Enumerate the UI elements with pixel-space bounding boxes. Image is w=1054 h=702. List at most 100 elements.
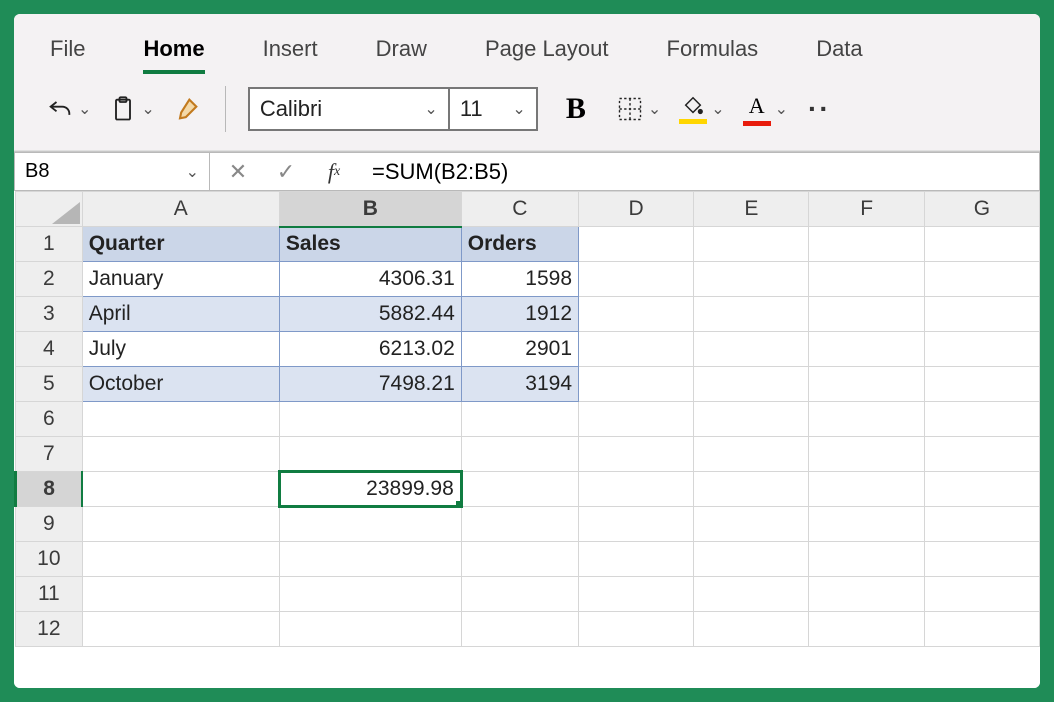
font-size-select[interactable]: 11 ⌄ — [450, 89, 536, 129]
column-header-B[interactable]: B — [279, 192, 461, 227]
cell-G6[interactable] — [924, 402, 1039, 437]
borders-button[interactable]: ⌄ — [614, 89, 663, 129]
column-header-G[interactable]: G — [924, 192, 1039, 227]
cell-D3[interactable] — [579, 297, 694, 332]
cell-C11[interactable] — [461, 577, 578, 612]
cell-D12[interactable] — [579, 612, 694, 647]
column-header-E[interactable]: E — [694, 192, 809, 227]
cell-E3[interactable] — [694, 297, 809, 332]
cell-A9[interactable] — [82, 507, 279, 542]
cell-B9[interactable] — [279, 507, 461, 542]
cell-G4[interactable] — [924, 332, 1039, 367]
cell-F10[interactable] — [809, 542, 924, 577]
tab-insert[interactable]: Insert — [263, 36, 318, 74]
cell-C5[interactable]: 3194 — [461, 367, 578, 402]
cell-E8[interactable] — [694, 472, 809, 507]
tab-draw[interactable]: Draw — [376, 36, 427, 74]
cell-E2[interactable] — [694, 262, 809, 297]
column-header-A[interactable]: A — [82, 192, 279, 227]
insert-function-button[interactable]: fx — [314, 159, 354, 185]
row-header-1[interactable]: 1 — [16, 227, 83, 262]
cell-D2[interactable] — [579, 262, 694, 297]
cell-G7[interactable] — [924, 437, 1039, 472]
cell-D5[interactable] — [579, 367, 694, 402]
cell-G10[interactable] — [924, 542, 1039, 577]
cell-G5[interactable] — [924, 367, 1039, 402]
cell-B8[interactable]: 23899.98 — [279, 472, 461, 507]
cell-B3[interactable]: 5882.44 — [279, 297, 461, 332]
spreadsheet-grid[interactable]: ABCDEFG1QuarterSalesOrders2January4306.3… — [14, 191, 1040, 688]
cell-A7[interactable] — [82, 437, 279, 472]
cell-A3[interactable]: April — [82, 297, 279, 332]
column-header-D[interactable]: D — [579, 192, 694, 227]
cell-F12[interactable] — [809, 612, 924, 647]
tab-formulas[interactable]: Formulas — [667, 36, 759, 74]
cell-B11[interactable] — [279, 577, 461, 612]
accept-formula-button[interactable]: ✓ — [266, 159, 306, 185]
tab-home[interactable]: Home — [143, 36, 204, 74]
cell-F3[interactable] — [809, 297, 924, 332]
cell-F2[interactable] — [809, 262, 924, 297]
cell-C7[interactable] — [461, 437, 578, 472]
cell-C6[interactable] — [461, 402, 578, 437]
row-header-8[interactable]: 8 — [16, 472, 83, 507]
cell-B5[interactable]: 7498.21 — [279, 367, 461, 402]
cell-G2[interactable] — [924, 262, 1039, 297]
cell-D1[interactable] — [579, 227, 694, 262]
cell-A10[interactable] — [82, 542, 279, 577]
cell-G9[interactable] — [924, 507, 1039, 542]
cell-E7[interactable] — [694, 437, 809, 472]
cell-G8[interactable] — [924, 472, 1039, 507]
cell-D8[interactable] — [579, 472, 694, 507]
cell-G3[interactable] — [924, 297, 1039, 332]
cell-D9[interactable] — [579, 507, 694, 542]
bold-button[interactable]: B — [564, 89, 588, 129]
cell-E4[interactable] — [694, 332, 809, 367]
cell-A5[interactable]: October — [82, 367, 279, 402]
cell-F6[interactable] — [809, 402, 924, 437]
tab-page-layout[interactable]: Page Layout — [485, 36, 609, 74]
formula-input[interactable]: =SUM(B2:B5) — [362, 152, 1040, 191]
cell-E1[interactable] — [694, 227, 809, 262]
row-header-9[interactable]: 9 — [16, 507, 83, 542]
tab-file[interactable]: File — [50, 36, 85, 74]
tab-data[interactable]: Data — [816, 36, 862, 74]
row-header-12[interactable]: 12 — [16, 612, 83, 647]
cell-E5[interactable] — [694, 367, 809, 402]
cell-D4[interactable] — [579, 332, 694, 367]
select-all-corner[interactable] — [16, 192, 83, 227]
cell-F4[interactable] — [809, 332, 924, 367]
cell-F8[interactable] — [809, 472, 924, 507]
cell-E11[interactable] — [694, 577, 809, 612]
cell-A8[interactable] — [82, 472, 279, 507]
cell-E9[interactable] — [694, 507, 809, 542]
cell-B1[interactable]: Sales — [279, 227, 461, 262]
cell-F11[interactable] — [809, 577, 924, 612]
font-color-button[interactable]: A ⌄ — [741, 89, 790, 129]
cell-C4[interactable]: 2901 — [461, 332, 578, 367]
cell-C10[interactable] — [461, 542, 578, 577]
format-painter-button[interactable] — [171, 89, 203, 129]
cell-G11[interactable] — [924, 577, 1039, 612]
paste-button[interactable]: ⌄ — [107, 89, 156, 129]
row-header-7[interactable]: 7 — [16, 437, 83, 472]
cell-A6[interactable] — [82, 402, 279, 437]
cell-C1[interactable]: Orders — [461, 227, 578, 262]
column-header-F[interactable]: F — [809, 192, 924, 227]
cell-E6[interactable] — [694, 402, 809, 437]
cell-E12[interactable] — [694, 612, 809, 647]
cell-D6[interactable] — [579, 402, 694, 437]
cell-C8[interactable] — [461, 472, 578, 507]
cell-D11[interactable] — [579, 577, 694, 612]
cell-E10[interactable] — [694, 542, 809, 577]
cell-A12[interactable] — [82, 612, 279, 647]
cell-F1[interactable] — [809, 227, 924, 262]
cell-C3[interactable]: 1912 — [461, 297, 578, 332]
cell-C12[interactable] — [461, 612, 578, 647]
column-header-C[interactable]: C — [461, 192, 578, 227]
cell-A2[interactable]: January — [82, 262, 279, 297]
cell-F7[interactable] — [809, 437, 924, 472]
row-header-10[interactable]: 10 — [16, 542, 83, 577]
cell-F5[interactable] — [809, 367, 924, 402]
undo-button[interactable]: ⌄ — [44, 89, 93, 129]
